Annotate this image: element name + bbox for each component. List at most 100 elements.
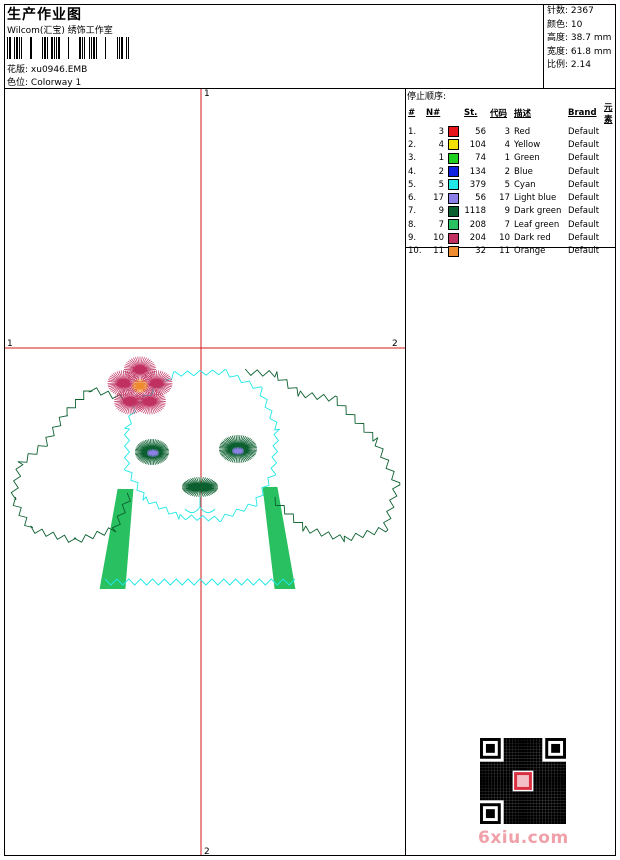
company-name: Wilcom(汇宝) 绣饰工作室	[7, 26, 113, 36]
legend-cell-n: 11	[433, 246, 444, 257]
legend-cell-code: 2	[504, 166, 510, 177]
legend-cell-brand: Default	[568, 219, 600, 230]
legend-cell-n: 4	[438, 139, 444, 150]
legend-cell-brand: Default	[568, 166, 600, 177]
legend-cell-st: 32	[475, 246, 486, 257]
legend-cell-idx: 9.	[408, 233, 417, 244]
color-swatch	[448, 152, 459, 164]
legend-cell-st: 204	[469, 233, 486, 244]
legend-cell-brand: Default	[568, 206, 600, 217]
legend-cell-idx: 1.	[408, 126, 417, 137]
stats-divider	[543, 4, 544, 88]
barcode	[7, 37, 129, 59]
legend-row: 7. 9 1118 9 Dark green Default	[406, 205, 620, 218]
legend-row: 4. 2 134 2 Blue Default	[406, 165, 620, 178]
legend-cell-brand: Default	[568, 179, 600, 190]
legend-cell-st: 74	[475, 153, 486, 164]
legend-cell-code: 5	[504, 179, 510, 190]
watermark-brand: 6xiu.com	[478, 828, 569, 848]
legend-cell-brand: Default	[568, 153, 600, 164]
col-brand: Brand	[568, 108, 597, 118]
col-needle: N#	[426, 108, 441, 118]
col-index: #	[408, 108, 416, 118]
legend-cell-st: 208	[469, 219, 486, 230]
colorway: 色位: Colorway 1	[7, 78, 82, 88]
stat-width: 宽度: 61.8 mm	[547, 46, 612, 57]
legend-row: 2. 4 104 4 Yellow Default	[406, 138, 620, 151]
design-stats: 针数: 2367 颜色: 10 高度: 38.7 mm 宽度: 61.8 mm …	[547, 5, 611, 73]
stat-scale: 比例: 2.14	[547, 60, 591, 70]
color-legend-table: # N# St. 代码 描述 Brand 元素 1. 3 56 3 Red Default…	[406, 101, 620, 258]
color-swatch	[448, 166, 459, 178]
legend-cell-st: 1118	[464, 206, 486, 217]
embroidery-preview	[5, 89, 405, 855]
color-swatch	[448, 232, 459, 244]
color-swatch	[448, 245, 459, 257]
legend-cell-desc: Dark green	[514, 206, 562, 217]
legend-cell-st: 104	[469, 139, 486, 150]
legend-cell-idx: 3.	[408, 153, 417, 164]
legend-cell-n: 1	[438, 153, 444, 164]
legend-cell-n: 2	[438, 166, 444, 177]
legend-cell-st: 56	[475, 126, 486, 137]
legend-cell-idx: 6.	[408, 193, 417, 204]
legend-cell-code: 17	[499, 193, 510, 204]
legend-cell-st: 56	[475, 193, 486, 204]
col-element: 元素	[604, 103, 613, 125]
guide-label-right: 2	[392, 339, 398, 349]
legend-cell-brand: Default	[568, 139, 600, 150]
stat-colors: 颜色: 10	[547, 19, 583, 30]
color-swatch	[448, 139, 459, 151]
legend-cell-desc: Red	[514, 126, 531, 137]
color-swatch	[448, 126, 459, 138]
color-swatch	[448, 179, 459, 191]
legend-cell-idx: 10.	[408, 246, 422, 257]
guide-label-top: 1	[204, 89, 210, 99]
legend-cell-code: 10	[499, 233, 510, 244]
legend-cell-code: 3	[504, 126, 510, 137]
legend-cell-n: 3	[438, 126, 444, 137]
col-swatch	[446, 101, 462, 125]
legend-cell-desc: Blue	[514, 166, 533, 177]
sheet-title: 生产作业图	[7, 7, 82, 23]
legend-cell-code: 9	[504, 206, 510, 217]
legend-header-row: # N# St. 代码 描述 Brand 元素	[406, 101, 620, 125]
legend-cell-st: 379	[469, 179, 486, 190]
col-description: 描述	[514, 109, 532, 119]
legend-cell-idx: 8.	[408, 219, 417, 230]
legend-row: 1. 3 56 3 Red Default	[406, 125, 620, 138]
legend-cell-n: 9	[438, 206, 444, 217]
qr-code	[480, 738, 566, 824]
legend-cell-idx: 2.	[408, 139, 417, 150]
legend-cell-desc: Leaf green	[514, 219, 560, 230]
guide-label-bottom: 2	[204, 847, 210, 857]
stat-height: 高度: 38.7 mm	[547, 33, 612, 43]
color-swatch	[448, 205, 459, 217]
legend-cell-brand: Default	[568, 126, 600, 137]
color-swatch	[448, 219, 459, 231]
design-name: 花版: xu0946.EMB	[7, 65, 88, 75]
legend-cell-idx: 5.	[408, 179, 417, 190]
legend-cell-brand: Default	[568, 193, 600, 204]
legend-cell-code: 11	[499, 246, 510, 257]
design-file: xu0946.EMB	[30, 65, 88, 75]
legend-cell-desc: Yellow	[514, 139, 541, 150]
legend-cell-desc: Light blue	[514, 193, 557, 204]
legend-cell-st: 134	[469, 166, 486, 177]
legend-cell-code: 7	[504, 219, 510, 230]
legend-cell-n: 7	[438, 219, 444, 230]
legend-row: 10. 11 32 11 Orange Default	[406, 245, 620, 258]
legend-cell-code: 1	[504, 153, 510, 164]
legend-cell-n: 10	[433, 233, 444, 244]
legend-row: 8. 7 208 7 Leaf green Default	[406, 218, 620, 231]
colorway-value: Colorway 1	[30, 78, 82, 88]
legend-cell-idx: 4.	[408, 166, 417, 177]
legend-row: 9. 10 204 10 Dark red Default	[406, 231, 620, 244]
legend-cell-brand: Default	[568, 233, 600, 244]
color-swatch	[448, 192, 459, 204]
legend-cell-brand: Default	[568, 246, 600, 257]
legend-cell-n: 17	[433, 193, 444, 204]
col-code: 代码	[490, 109, 508, 119]
legend-cell-idx: 7.	[408, 206, 417, 217]
legend-cell-desc: Orange	[514, 246, 546, 257]
